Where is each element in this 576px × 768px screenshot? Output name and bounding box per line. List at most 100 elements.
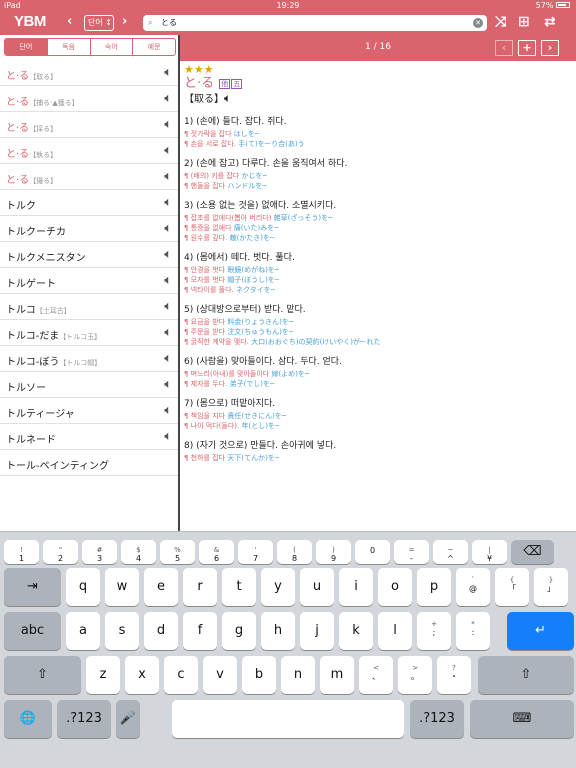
speaker-icon[interactable]: 🔈︎ (224, 91, 231, 105)
letter-key[interactable]: b (242, 656, 276, 694)
dict-type-select[interactable]: 단어 ↕ (84, 15, 114, 31)
tab-idiom[interactable]: 숙어 (91, 39, 134, 55)
numbers-key-right[interactable]: .?123 (410, 700, 464, 738)
number-key[interactable]: ~ ^ (433, 540, 468, 564)
prev-entry-icon[interactable]: ‹ (495, 40, 513, 56)
word-list-item[interactable]: と·る【取る】 🔈︎ (0, 60, 178, 86)
speaker-icon[interactable]: 🔈︎ (164, 195, 172, 210)
letter-key[interactable]: c (164, 656, 198, 694)
delete-key[interactable]: ⌫ (511, 540, 554, 564)
word-list-item[interactable]: トルコ-だま【トルコ玉】 🔈︎ (0, 320, 178, 346)
tab-example[interactable]: 예문 (133, 39, 175, 55)
number-key[interactable]: 0 (355, 540, 390, 564)
speaker-icon[interactable]: 🔈︎ (164, 273, 172, 288)
speaker-icon[interactable]: 🔈︎ (164, 143, 172, 158)
letter-key[interactable]: e (144, 568, 178, 606)
letter-key[interactable]: t (222, 568, 256, 606)
letter-key[interactable]: z (86, 656, 120, 694)
clear-icon[interactable]: ✕ (473, 18, 483, 28)
speaker-icon[interactable]: 🔈︎ (164, 299, 172, 314)
speaker-icon[interactable]: 🔈︎ (164, 247, 172, 262)
letter-key[interactable]: a (66, 612, 100, 650)
number-key[interactable]: #3 (82, 540, 117, 564)
word-list-item[interactable]: トルコ【土耳古】 🔈︎ (0, 294, 178, 320)
space-key[interactable] (172, 700, 404, 738)
number-key[interactable]: & 6 (199, 540, 234, 564)
letter-key[interactable]: v (203, 656, 237, 694)
forward-chevron-icon[interactable]: › (122, 14, 127, 29)
letter-key[interactable]: >。 (398, 656, 432, 694)
speaker-icon[interactable]: 🔈︎ (164, 377, 172, 392)
word-list-item[interactable]: と·る【執る】 🔈︎ (0, 138, 178, 164)
letter-key[interactable]: s (105, 612, 139, 650)
word-list-item[interactable]: トルネード 🔈︎ (0, 424, 178, 450)
speaker-icon[interactable]: 🔈︎ (164, 221, 172, 236)
word-list-item[interactable]: と·る【捕る·▲獲る】 🔈︎ (0, 86, 178, 112)
word-list-item[interactable]: と·る【撮る】 🔈︎ (0, 164, 178, 190)
letter-key[interactable]: j (300, 612, 334, 650)
pane-divider[interactable] (178, 35, 180, 531)
letter-key[interactable]: h (261, 612, 295, 650)
add-bookmark-icon[interactable]: + (518, 40, 536, 56)
speaker-icon[interactable]: 🔈︎ (164, 403, 172, 418)
next-entry-icon[interactable]: › (541, 40, 559, 56)
number-key[interactable]: | ¥ (472, 540, 507, 564)
speaker-icon[interactable]: 🔈︎ (164, 65, 172, 80)
speaker-icon[interactable]: 🔈︎ (164, 91, 172, 106)
letter-key[interactable]: w (105, 568, 139, 606)
shift-key-right[interactable]: ⇧ (478, 656, 574, 694)
globe-key[interactable]: 🌐 (4, 700, 52, 738)
letter-key[interactable]: <、 (359, 656, 393, 694)
letter-key[interactable]: o (378, 568, 412, 606)
letter-key[interactable]: k (339, 612, 373, 650)
speaker-icon[interactable]: 🔈︎ (164, 429, 172, 444)
letter-key[interactable]: }」 (534, 568, 568, 606)
numbers-key-left[interactable]: .?123 (57, 700, 111, 738)
keyboard-dismiss-key[interactable]: ⌨ (470, 700, 574, 738)
number-key[interactable]: = - (394, 540, 429, 564)
letter-key[interactable]: *: (456, 612, 490, 650)
letter-key[interactable]: q (66, 568, 100, 606)
caps-key[interactable]: abc (4, 612, 61, 650)
letter-key[interactable]: x (125, 656, 159, 694)
swap-icon[interactable]: ⇄ (544, 14, 556, 30)
number-key[interactable]: $4 (121, 540, 156, 564)
letter-key[interactable]: i (339, 568, 373, 606)
number-key[interactable]: ' 7 (238, 540, 273, 564)
letter-key[interactable]: f (183, 612, 217, 650)
number-key[interactable]: % 5 (160, 540, 195, 564)
speaker-icon[interactable]: 🔈︎ (164, 117, 172, 132)
letter-key[interactable]: {「 (495, 568, 529, 606)
mic-key[interactable]: 🎤 (116, 700, 140, 738)
shift-key-left[interactable]: ⇧ (4, 656, 81, 694)
letter-key[interactable]: u (300, 568, 334, 606)
letter-key[interactable]: m (320, 656, 354, 694)
letter-key[interactable]: ? ・ (437, 656, 471, 694)
word-list-item[interactable]: と·る【採る】 🔈︎ (0, 112, 178, 138)
number-key[interactable]: (8 (277, 540, 312, 564)
letter-key[interactable]: y (261, 568, 295, 606)
shuffle-icon[interactable]: ⤨ (495, 14, 506, 30)
number-key[interactable]: ) 9 (316, 540, 351, 564)
letter-key[interactable]: l (378, 612, 412, 650)
number-key[interactable]: " 2 (43, 540, 78, 564)
letter-key[interactable]: n (281, 656, 315, 694)
grid-icon[interactable]: ⊞ (518, 14, 530, 30)
word-list-item[interactable]: トルティージャ 🔈︎ (0, 398, 178, 424)
number-key[interactable]: ! 1 (4, 540, 39, 564)
speaker-icon[interactable]: 🔈︎ (164, 169, 172, 184)
word-list-item[interactable]: トール-ペインティング (0, 450, 178, 476)
letter-key[interactable]: d (144, 612, 178, 650)
letter-key[interactable]: +; (417, 612, 451, 650)
word-list-item[interactable]: トルソー 🔈︎ (0, 372, 178, 398)
letter-key[interactable]: r (183, 568, 217, 606)
tab-word[interactable]: 단어 (5, 39, 48, 55)
search-input[interactable]: ⌕ とる ✕ (143, 15, 487, 31)
back-chevron-icon[interactable]: ‹ (67, 14, 72, 29)
speaker-icon[interactable]: 🔈︎ (164, 325, 172, 340)
tab-key[interactable]: ⇥ (4, 568, 61, 606)
return-key[interactable]: ↵ (507, 612, 574, 650)
word-list-item[interactable]: トルクメニスタン 🔈︎ (0, 242, 178, 268)
word-list-item[interactable]: トルコ-ぼう【トルコ帽】 🔈︎ (0, 346, 178, 372)
word-list-item[interactable]: トルゲート 🔈︎ (0, 268, 178, 294)
